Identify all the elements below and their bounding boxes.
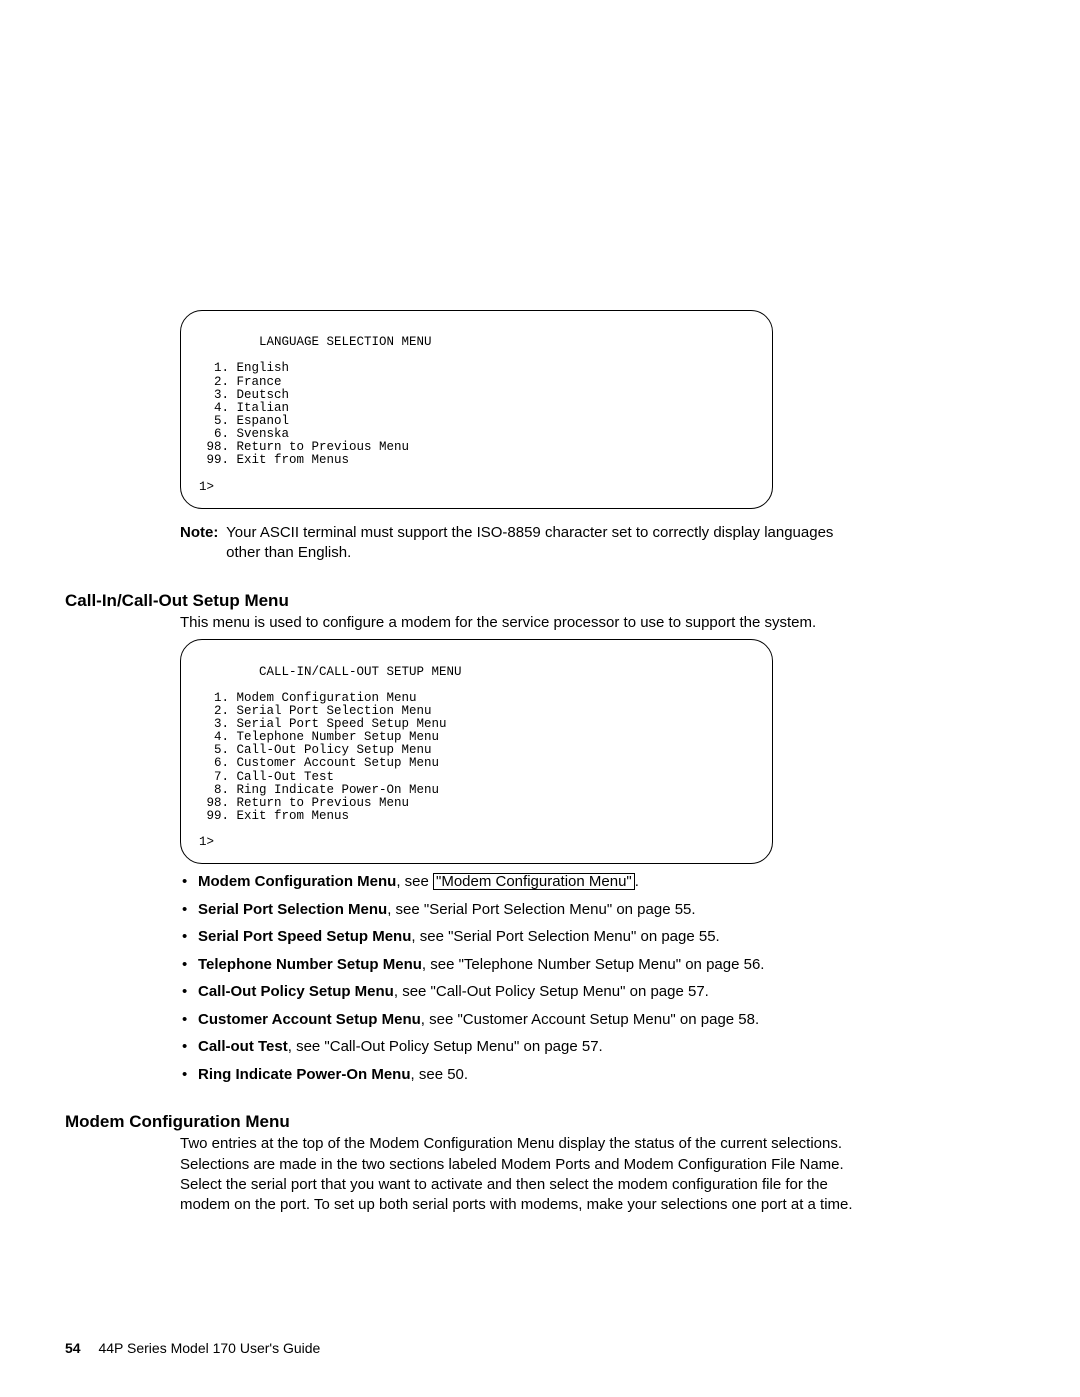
terminal-line: 99. Exit from Menus: [199, 809, 349, 823]
bullet-bold: Call-Out Policy Setup Menu: [198, 983, 394, 1000]
bullet-bold: Customer Account Setup Menu: [198, 1011, 421, 1028]
bullet-mid: , see "Telephone Number Setup Menu" on p…: [422, 956, 765, 973]
terminal-line: 2. France: [199, 375, 282, 389]
bullet-bold: Serial Port Speed Setup Menu: [198, 928, 411, 945]
terminal-callin-callout-menu: CALL-IN/CALL-OUT SETUP MENU 1. Modem Con…: [180, 639, 773, 864]
page-footer: 54 44P Series Model 170 User's Guide: [65, 1340, 320, 1356]
bullet-bold: Telephone Number Setup Menu: [198, 956, 422, 973]
bullet-mid: , see "Call-Out Policy Setup Menu" on pa…: [394, 983, 709, 1000]
terminal-line: 4. Telephone Number Setup Menu: [199, 730, 439, 744]
footer-title: 44P Series Model 170 User's Guide: [98, 1340, 320, 1356]
bullet-list: Modem Configuration Menu, see "Modem Con…: [180, 872, 860, 1084]
list-item: Call-out Test, see "Call-Out Policy Setu…: [180, 1037, 860, 1057]
bullet-mid: , see "Serial Port Selection Menu" on pa…: [411, 928, 719, 945]
terminal-line: 5. Espanol: [199, 414, 289, 428]
note-text: Your ASCII terminal must support the ISO…: [226, 523, 841, 564]
list-item: Telephone Number Setup Menu, see "Teleph…: [180, 955, 860, 975]
note-block: Note: Your ASCII terminal must support t…: [180, 523, 860, 564]
section2-para: Two entries at the top of the Modem Conf…: [180, 1134, 860, 1215]
bullet-mid: , see "Customer Account Setup Menu" on p…: [421, 1011, 759, 1028]
terminal-title: LANGUAGE SELECTION MENU: [199, 335, 432, 349]
terminal-line: 98. Return to Previous Menu: [199, 440, 409, 454]
terminal-line: 98. Return to Previous Menu: [199, 796, 409, 810]
list-item: Ring Indicate Power-On Menu, see 50.: [180, 1065, 860, 1085]
bullet-mid: , see 50.: [411, 1066, 469, 1083]
terminal-line: 99. Exit from Menus: [199, 453, 349, 467]
terminal-line: 6. Customer Account Setup Menu: [199, 756, 439, 770]
bullet-bold: Ring Indicate Power-On Menu: [198, 1066, 411, 1083]
cross-reference-link[interactable]: "Modem Configuration Menu": [433, 873, 635, 890]
terminal-line: 1. English: [199, 361, 289, 375]
heading-modem-config: Modem Configuration Menu: [65, 1112, 1015, 1132]
terminal-line: 7. Call-Out Test: [199, 770, 334, 784]
terminal-prompt: 1>: [199, 480, 214, 494]
bullet-rest: .: [635, 873, 639, 890]
bullet-mid: , see: [396, 873, 433, 890]
list-item: Customer Account Setup Menu, see "Custom…: [180, 1010, 860, 1030]
bullet-mid: , see "Call-Out Policy Setup Menu" on pa…: [288, 1038, 603, 1055]
terminal-line: 3. Deutsch: [199, 388, 289, 402]
terminal-title: CALL-IN/CALL-OUT SETUP MENU: [199, 665, 462, 679]
terminal-line: 8. Ring Indicate Power-On Menu: [199, 783, 439, 797]
bullet-bold: Call-out Test: [198, 1038, 288, 1055]
terminal-language-menu: LANGUAGE SELECTION MENU 1. English 2. Fr…: [180, 310, 773, 509]
bullet-bold: Serial Port Selection Menu: [198, 901, 387, 918]
list-item: Modem Configuration Menu, see "Modem Con…: [180, 872, 860, 892]
terminal-line: 2. Serial Port Selection Menu: [199, 704, 432, 718]
section1-para: This menu is used to configure a modem f…: [180, 613, 860, 633]
terminal-line: 4. Italian: [199, 401, 289, 415]
terminal-line: 6. Svenska: [199, 427, 289, 441]
list-item: Serial Port Selection Menu, see "Serial …: [180, 900, 860, 920]
terminal-line: 5. Call-Out Policy Setup Menu: [199, 743, 432, 757]
list-item: Call-Out Policy Setup Menu, see "Call-Ou…: [180, 982, 860, 1002]
bullet-mid: , see "Serial Port Selection Menu" on pa…: [387, 901, 695, 918]
bullet-bold: Modem Configuration Menu: [198, 873, 396, 890]
page-number: 54: [65, 1340, 81, 1356]
terminal-line: 1. Modem Configuration Menu: [199, 691, 417, 705]
terminal-prompt: 1>: [199, 835, 214, 849]
list-item: Serial Port Speed Setup Menu, see "Seria…: [180, 927, 860, 947]
terminal-line: 3. Serial Port Speed Setup Menu: [199, 717, 447, 731]
heading-callin-callout: Call-In/Call-Out Setup Menu: [65, 591, 1015, 611]
note-label: Note:: [180, 523, 222, 543]
